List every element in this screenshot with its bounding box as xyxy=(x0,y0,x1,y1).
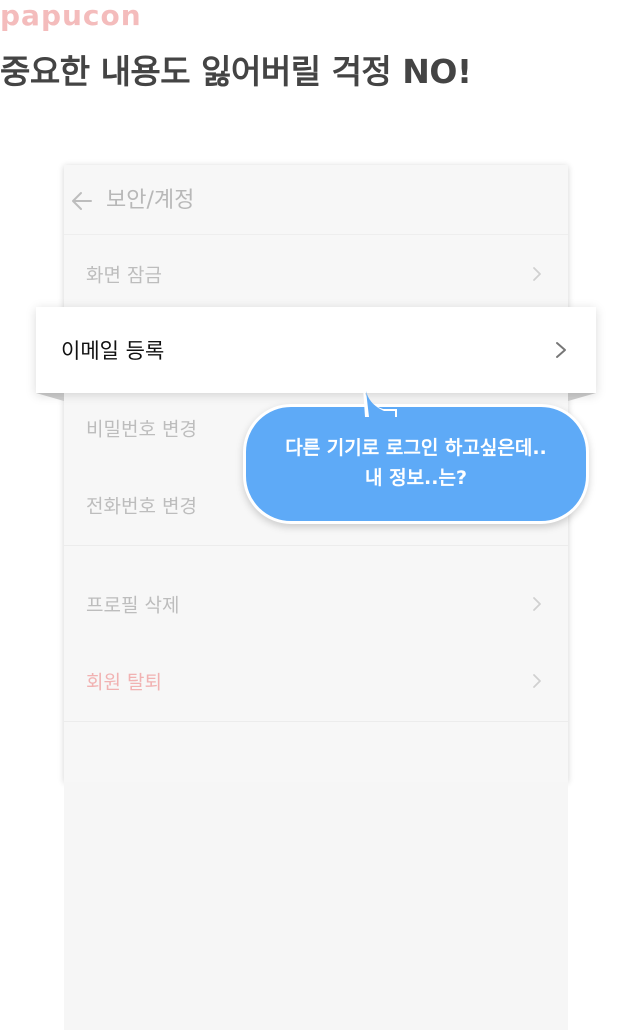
menu-item-delete-profile[interactable]: 프로필 삭제 xyxy=(64,565,568,642)
chevron-right-icon xyxy=(533,266,541,281)
chevron-right-icon xyxy=(533,596,541,611)
page-title: 보안/계정 xyxy=(106,188,195,213)
brand-logo: papucon xyxy=(0,0,142,32)
menu-item-label: 회원 탈퇴 xyxy=(86,671,162,693)
chevron-right-icon xyxy=(533,673,541,688)
menu-item-label: 프로필 삭제 xyxy=(86,594,180,616)
menu-item-label: 이메일 등록 xyxy=(61,339,165,363)
ribbon-fold xyxy=(568,393,596,401)
app-header: 보안/계정 xyxy=(64,165,568,235)
speech-bubble-line: 다른 기기로 로그인 하고싶은데.. xyxy=(285,437,547,459)
menu-item-email-register[interactable]: 이메일 등록 xyxy=(36,307,596,393)
phone-screen-extension xyxy=(64,782,568,1030)
speech-bubble-tail xyxy=(363,387,397,417)
headline: 중요한 내용도 잃어버릴 걱정 NO! xyxy=(0,52,472,91)
speech-bubble: 다른 기기로 로그인 하고싶은데.. 내 정보..는? xyxy=(243,404,589,524)
speech-bubble-line: 내 정보..는? xyxy=(365,467,467,489)
ribbon-fold xyxy=(36,393,64,401)
menu-item-label: 전화번호 변경 xyxy=(86,495,197,517)
speech-bubble-text: 다른 기기로 로그인 하고싶은데.. 내 정보..는? xyxy=(246,433,586,493)
section-divider xyxy=(64,721,568,722)
menu-item-screen-lock[interactable]: 화면 잠금 xyxy=(64,235,568,312)
arrow-left-icon[interactable] xyxy=(71,191,93,211)
chevron-right-icon xyxy=(556,342,566,358)
menu-item-withdraw[interactable]: 회원 탈퇴 xyxy=(64,642,568,719)
menu-item-label: 비밀번호 변경 xyxy=(86,418,197,440)
section-divider xyxy=(64,545,568,546)
menu-item-label: 화면 잠금 xyxy=(86,264,162,286)
